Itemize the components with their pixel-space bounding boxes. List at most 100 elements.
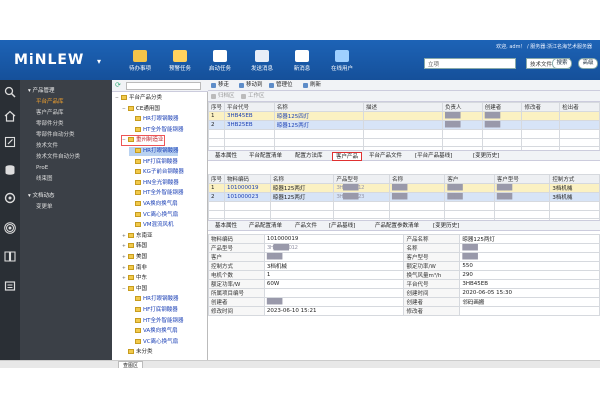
tree-node[interactable]: HF打底钢酸器 — [129, 158, 178, 167]
column-header[interactable]: 产品型号 — [333, 174, 390, 184]
tab-1[interactable]: 产品配置清单 — [246, 222, 285, 231]
tab-4[interactable]: 平台产品文件 — [366, 152, 405, 161]
toolbar-button-1[interactable]: 移动到 — [238, 81, 263, 90]
tree-node[interactable]: HT全外智能钢器 — [129, 126, 184, 135]
tree-expander-icon[interactable]: + — [122, 233, 127, 242]
tree-expander-icon[interactable]: − — [122, 286, 127, 295]
toolbar-button-0[interactable]: 移走 — [210, 81, 229, 90]
table-row[interactable]: 2 3HB25EB 晾器125两灯 ████ ████ — [207, 120, 600, 130]
sidebar-item[interactable]: 客户产品库 — [20, 108, 112, 118]
header-search-button[interactable]: 搜索 — [552, 58, 572, 69]
detail-value[interactable]: 1 — [263, 270, 405, 280]
tab-1[interactable]: 平台配置清单 — [246, 152, 285, 161]
detail-value[interactable]: ████ — [263, 297, 405, 307]
column-header[interactable]: 平台代号 — [224, 102, 275, 112]
tree-node[interactable]: HN全光钢酸器 — [129, 179, 179, 188]
signal-icon[interactable] — [4, 222, 16, 234]
tree-expander-icon[interactable]: + — [122, 254, 127, 263]
database-icon[interactable] — [4, 164, 16, 176]
column-header[interactable]: 描述 — [362, 102, 444, 112]
nav-button-4[interactable]: 新消息 — [282, 50, 322, 80]
column-header[interactable]: 控制方式 — [549, 174, 600, 184]
sidebar-item[interactable]: 技术文件 — [20, 141, 112, 151]
detail-value[interactable]: 290 — [459, 270, 600, 280]
home-icon[interactable] — [4, 110, 16, 122]
column-header[interactable]: 序号 — [207, 174, 226, 184]
sidebar-item[interactable]: ▾ 文档动态 — [20, 191, 112, 201]
tree-node[interactable]: HF打底钢酸器 — [129, 306, 178, 315]
detail-value[interactable]: 2023-06-10 15:21 — [263, 306, 405, 316]
column-header[interactable]: 物料编码 — [224, 174, 271, 184]
detail-value[interactable]: 60W — [263, 279, 405, 289]
tree-node[interactable]: + 中东 — [122, 274, 147, 283]
column-header[interactable]: 客户 — [444, 174, 495, 184]
logo-chevron-down-icon[interactable]: ▾ — [97, 57, 101, 66]
detail-value[interactable]: 3档机械 — [263, 261, 405, 271]
sidebar-item[interactable]: 平台产品库 — [20, 97, 112, 107]
detail-value[interactable]: 邻码画搬 — [459, 297, 600, 307]
nav-button-3[interactable]: 发送消息 — [242, 50, 282, 80]
table-row[interactable]: 1 101000019 晾器125两灯 3H████12 ████ ████ ████ 3档机… — [207, 183, 600, 193]
sidebar-item[interactable]: 线束图 — [20, 174, 112, 184]
tree-node[interactable]: HR打眼钢酸器 — [129, 147, 179, 156]
tree-expander-icon[interactable]: − — [122, 137, 127, 146]
detail-value[interactable]: ████ — [459, 252, 600, 262]
tree-node[interactable]: − 中国 — [122, 285, 147, 294]
tree-node[interactable]: − 平台产品分类 — [115, 94, 162, 103]
tree-expander-icon[interactable]: + — [122, 275, 127, 284]
detail-value[interactable]: 550 — [459, 261, 600, 271]
tree-node[interactable]: − CE通用国 — [122, 105, 160, 114]
detail-value[interactable]: ████ — [263, 252, 405, 262]
nav-button-1[interactable]: 预警任务 — [160, 50, 200, 80]
tree-expander-icon[interactable]: − — [122, 106, 127, 115]
tab-3[interactable]: 客户产品 — [332, 152, 363, 161]
refresh-icon[interactable]: ⟳ — [115, 81, 121, 89]
header-search-input[interactable]: 立项 — [424, 58, 516, 69]
tab-3[interactable]: [产品基线] — [326, 222, 358, 231]
tree-node[interactable]: HR打眼钢酸器 — [129, 295, 178, 304]
header-advanced-button[interactable]: 高级 — [578, 58, 598, 69]
detail-value[interactable]: 3H████012 — [263, 243, 405, 253]
tab-5[interactable]: [变更历史] — [430, 222, 462, 231]
report-icon[interactable] — [4, 280, 16, 292]
sidebar-item[interactable]: 零部件自动分类 — [20, 130, 112, 140]
column-header[interactable]: 负责人 — [442, 102, 483, 112]
column-header[interactable]: 检出者 — [559, 102, 600, 112]
tree-expander-icon[interactable]: + — [122, 243, 127, 252]
detail-value[interactable]: 晾器125两灯 — [459, 234, 600, 244]
tree-node[interactable]: HR打眼钢酸器 — [129, 115, 178, 124]
detail-value[interactable]: 2020-06-05 15:30 — [459, 288, 600, 298]
toolbar-button-2[interactable]: 管理位 — [268, 81, 293, 90]
sidebar-item[interactable]: 零部件分类 — [20, 119, 112, 129]
tab-2[interactable]: 产品文件 — [292, 222, 320, 231]
table-row[interactable]: 2 101000023 晾器125两灯 3H████23 ████ ████ ████ 3档机… — [207, 192, 600, 202]
tree-node[interactable]: VA换向换气扇 — [129, 200, 178, 209]
sidebar-item[interactable]: ▾ 产品管理 — [20, 86, 112, 96]
tree-node[interactable]: − 重州制造业 — [121, 135, 165, 146]
nav-button-5[interactable]: 在线用户 — [322, 50, 362, 80]
tree-node[interactable]: 未分类 — [122, 348, 153, 357]
tree-node[interactable]: + 东南亚 — [122, 232, 153, 241]
tree-filter-input[interactable] — [126, 82, 201, 90]
detail-value[interactable] — [459, 306, 600, 316]
tree-node[interactable]: HT全外智能钢器 — [129, 317, 184, 326]
nav-button-2[interactable]: 启动任务 — [200, 50, 240, 80]
tree-node[interactable]: VA换向换气扇 — [129, 327, 178, 336]
tab-5[interactable]: [平台产品基线] — [412, 152, 455, 161]
book-icon[interactable] — [4, 250, 16, 262]
edit-icon[interactable] — [4, 136, 16, 148]
tree-node[interactable]: VC离心换气扇 — [129, 211, 178, 220]
detail-value[interactable] — [263, 288, 405, 298]
detail-value[interactable]: 3HB45EB — [459, 279, 600, 289]
column-header[interactable]: 序号 — [207, 102, 226, 112]
detail-value[interactable]: 101000019 — [263, 234, 405, 244]
tree-expander-icon[interactable]: + — [122, 265, 127, 274]
tree-node[interactable]: KG子前台钢酸器 — [129, 168, 184, 177]
tree-node[interactable]: + 南非 — [122, 264, 147, 273]
search-icon[interactable] — [4, 86, 16, 98]
tab-6[interactable]: [变更历史] — [470, 152, 502, 161]
tree-node[interactable]: + 韩国 — [122, 242, 147, 251]
area-toggle-1[interactable]: 工作区 — [240, 92, 265, 101]
column-header[interactable]: 名称 — [273, 102, 364, 112]
area-toggle-0[interactable]: 归档区 — [210, 92, 235, 101]
